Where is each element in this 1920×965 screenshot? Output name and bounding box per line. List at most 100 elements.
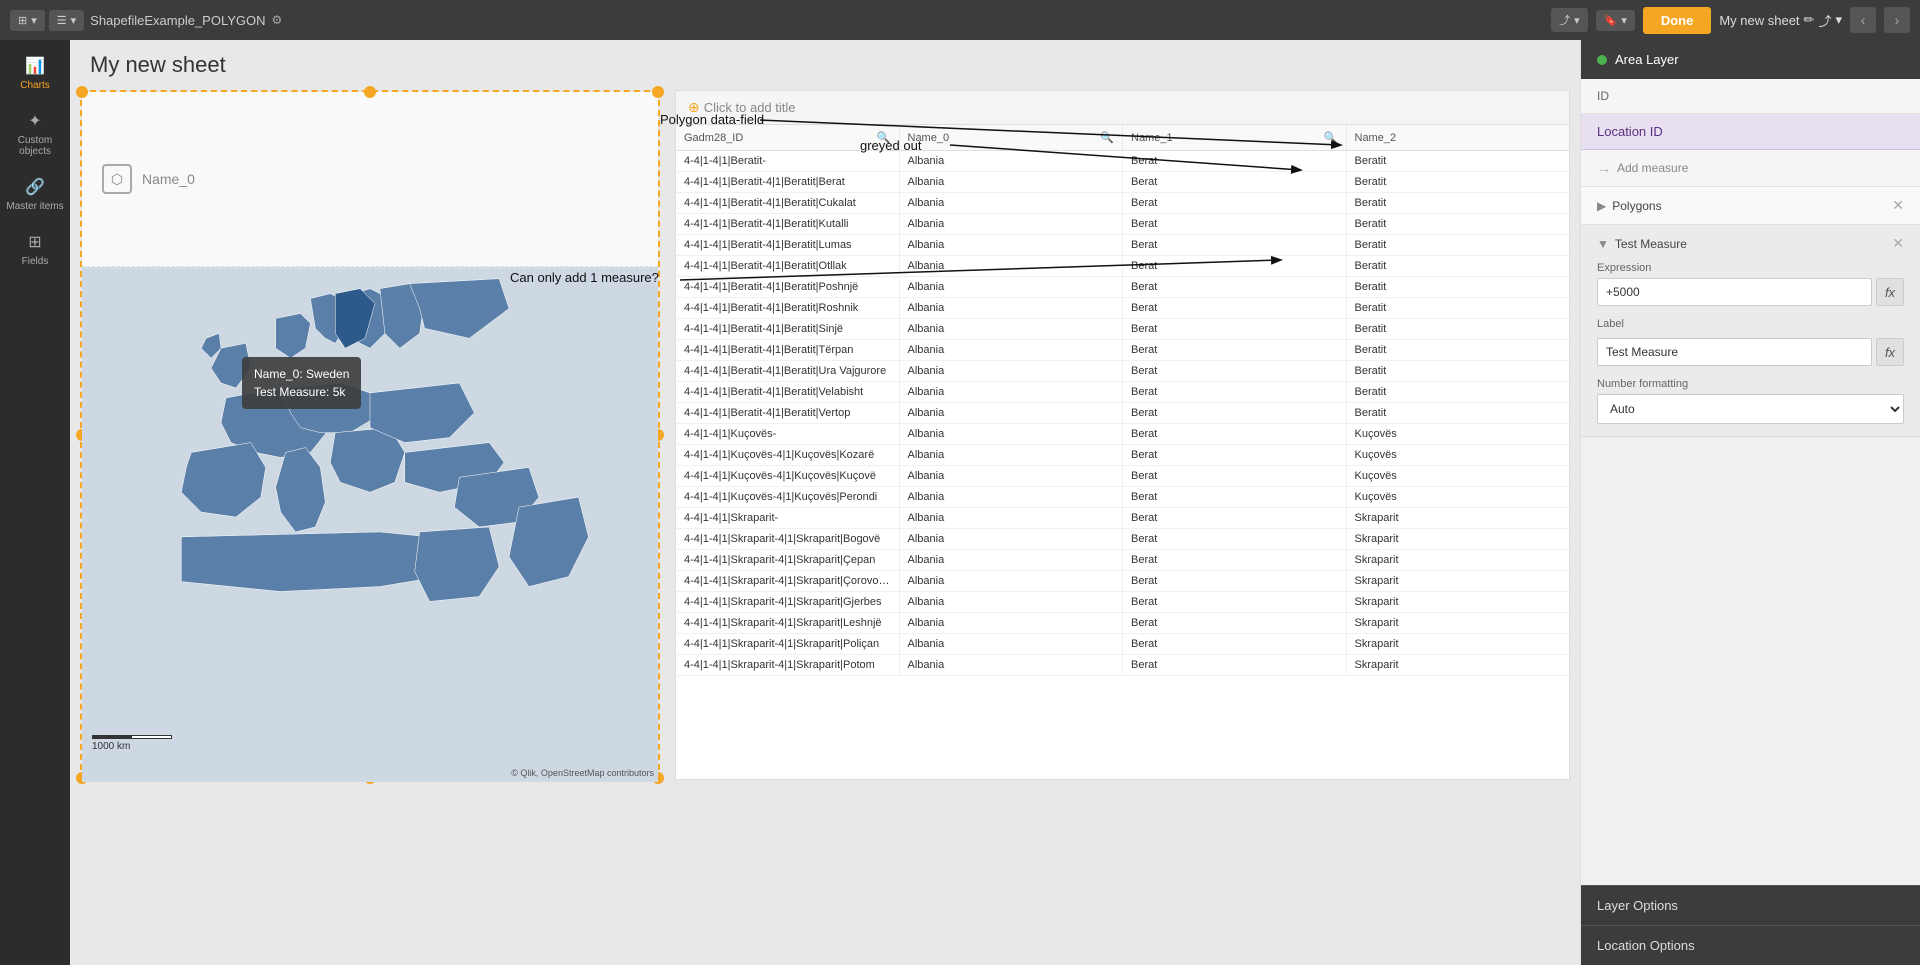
table-row[interactable]: 4-4|1-4|1|Beratit-AlbaniaBeratBeratit bbox=[676, 151, 1569, 172]
table-row[interactable]: 4-4|1-4|1|Beratit-4|1|Beratit|SinjëAlban… bbox=[676, 319, 1569, 340]
table-row[interactable]: 4-4|1-4|1|Skraparit-4|1|Skraparit|Bogovë… bbox=[676, 529, 1569, 550]
table-cell: Beratit bbox=[1347, 172, 1570, 192]
list-icon: ☰ bbox=[57, 14, 67, 27]
label-fx-button[interactable]: fx bbox=[1876, 338, 1904, 366]
table-row[interactable]: 4-4|1-4|1|Beratit-4|1|Beratit|CukalatAlb… bbox=[676, 193, 1569, 214]
col-search-name1[interactable]: 🔍 bbox=[1324, 131, 1338, 144]
view-toggle-button[interactable]: ☰ ▾ bbox=[49, 10, 84, 31]
number-format-select[interactable]: AutoNumberMoneyDateDurationCustom bbox=[1597, 394, 1904, 424]
table-cell: 4-4|1-4|1|Beratit-4|1|Beratit|Ura Vajgur… bbox=[676, 361, 900, 381]
table-row[interactable]: 4-4|1-4|1|Skraparit-4|1|Skraparit|Poliça… bbox=[676, 634, 1569, 655]
sidebar-item-custom-objects[interactable]: ✦ Custom objects bbox=[0, 103, 70, 165]
custom-objects-icon: ✦ bbox=[28, 111, 41, 131]
col-search-gadm28id[interactable]: 🔍 bbox=[877, 131, 891, 144]
table-row[interactable]: 4-4|1-4|1|Beratit-4|1|Beratit|OtllakAlba… bbox=[676, 256, 1569, 277]
table-cell: Beratit bbox=[1347, 340, 1570, 360]
label-input[interactable] bbox=[1597, 338, 1872, 366]
share-button[interactable]: ⤴ ▾ bbox=[1551, 8, 1588, 32]
table-cell: Albania bbox=[900, 529, 1124, 549]
expression-section: Expression fx bbox=[1581, 262, 1920, 318]
label-section: Label fx bbox=[1581, 318, 1920, 378]
table-cell: Albania bbox=[900, 256, 1124, 276]
table-cell: Albania bbox=[900, 193, 1124, 213]
layer-options-section[interactable]: Layer Options bbox=[1581, 885, 1920, 925]
table-cell: Beratit bbox=[1347, 277, 1570, 297]
test-measure-header[interactable]: ▼ Test Measure ✕ bbox=[1581, 225, 1920, 262]
table-cell: 4-4|1-4|1|Skraparit-4|1|Skraparit|Poliça… bbox=[676, 634, 900, 654]
resize-handle-tc[interactable] bbox=[364, 86, 376, 98]
polygons-row[interactable]: ▶ Polygons ✕ bbox=[1581, 187, 1920, 225]
bookmark-button[interactable]: 🔖 ▾ bbox=[1596, 10, 1635, 31]
location-options-section[interactable]: Location Options bbox=[1581, 925, 1920, 965]
id-label: ID bbox=[1597, 89, 1609, 103]
master-items-label: Master items bbox=[6, 201, 63, 212]
table-body[interactable]: 4-4|1-4|1|Beratit-AlbaniaBeratBeratit4-4… bbox=[676, 151, 1569, 771]
sidebar-item-fields[interactable]: ⊞ Fields bbox=[0, 224, 70, 275]
location-id-section[interactable]: Location ID bbox=[1581, 114, 1920, 150]
sheet-share-icon: ⤴ bbox=[1818, 11, 1831, 30]
table-cell: Skraparit bbox=[1347, 613, 1570, 633]
test-measure-close-button[interactable]: ✕ bbox=[1892, 235, 1904, 252]
add-measure-row[interactable]: → Add measure bbox=[1581, 150, 1920, 187]
table-row[interactable]: 4-4|1-4|1|Beratit-4|1|Beratit|VelabishtA… bbox=[676, 382, 1569, 403]
table-cell: 4-4|1-4|1|Skraparit-4|1|Skraparit|Potom bbox=[676, 655, 900, 675]
table-cell: Berat bbox=[1123, 571, 1347, 591]
table-cell: 4-4|1-4|1|Beratit-4|1|Beratit|Sinjë bbox=[676, 319, 900, 339]
table-cell: Albania bbox=[900, 277, 1124, 297]
table-cell: 4-4|1-4|1|Skraparit-4|1|Skraparit|Leshnj… bbox=[676, 613, 900, 633]
table-row[interactable]: 4-4|1-4|1|Kuçovës-4|1|Kuçovës|PerondiAlb… bbox=[676, 487, 1569, 508]
table-row[interactable]: 4-4|1-4|1|Skraparit-4|1|Skraparit|ÇepanA… bbox=[676, 550, 1569, 571]
tooltip-name: Name_0: Sweden bbox=[254, 365, 349, 383]
table-cell: Berat bbox=[1123, 508, 1347, 528]
resize-handle-tl[interactable] bbox=[76, 86, 88, 98]
expression-input[interactable] bbox=[1597, 278, 1872, 306]
col-header-name2: Name_2 bbox=[1347, 125, 1570, 150]
polygons-close-button[interactable]: ✕ bbox=[1892, 197, 1904, 214]
table-cell: Albania bbox=[900, 445, 1124, 465]
table-row[interactable]: 4-4|1-4|1|Skraparit-4|1|Skraparit|Çorovo… bbox=[676, 571, 1569, 592]
col-search-name0[interactable]: 🔍 bbox=[1100, 131, 1114, 144]
resize-handle-tr[interactable] bbox=[652, 86, 664, 98]
table-row[interactable]: 4-4|1-4|1|Skraparit-4|1|Skraparit|Leshnj… bbox=[676, 613, 1569, 634]
table-cell: Kuçovës bbox=[1347, 466, 1570, 486]
table-row[interactable]: 4-4|1-4|1|Skraparit-4|1|Skraparit|Gjerbe… bbox=[676, 592, 1569, 613]
add-title-icon: ⊕ bbox=[688, 99, 700, 116]
table-row[interactable]: 4-4|1-4|1|Skraparit-4|1|Skraparit|PotomA… bbox=[676, 655, 1569, 676]
expression-fx-button[interactable]: fx bbox=[1876, 278, 1904, 306]
next-sheet-button[interactable]: › bbox=[1884, 7, 1910, 33]
table-row[interactable]: 4-4|1-4|1|Kuçovës-4|1|Kuçovës|KuçovëAlba… bbox=[676, 466, 1569, 487]
table-cell: Albania bbox=[900, 340, 1124, 360]
map-scale: 1000 km bbox=[92, 735, 172, 752]
view-toggle-chevron: ▾ bbox=[71, 14, 77, 27]
prev-sheet-button[interactable]: ‹ bbox=[1850, 7, 1876, 33]
done-button[interactable]: Done bbox=[1643, 7, 1712, 34]
sidebar-item-charts[interactable]: 📊 Charts bbox=[0, 48, 70, 99]
table-cell: Beratit bbox=[1347, 256, 1570, 276]
table-row[interactable]: 4-4|1-4|1|Beratit-4|1|Beratit|TërpanAlba… bbox=[676, 340, 1569, 361]
table-cell: Albania bbox=[900, 361, 1124, 381]
table-row[interactable]: 4-4|1-4|1|Beratit-4|1|Beratit|KutalliAlb… bbox=[676, 214, 1569, 235]
sheet-title: My new sheet bbox=[70, 40, 1580, 86]
bookmark-chevron: ▾ bbox=[1621, 14, 1627, 27]
app-menu-button[interactable]: ⊞ ▾ bbox=[10, 10, 45, 31]
sidebar-item-master-items[interactable]: 🔗 Master items bbox=[0, 169, 70, 220]
table-cell: Beratit bbox=[1347, 319, 1570, 339]
col-header-name0: Name_0 🔍 bbox=[900, 125, 1124, 150]
table-cell: Beratit bbox=[1347, 151, 1570, 171]
scale-bar bbox=[92, 735, 172, 739]
table-row[interactable]: 4-4|1-4|1|Kuçovës-AlbaniaBeratKuçovës bbox=[676, 424, 1569, 445]
id-section: ID bbox=[1581, 79, 1920, 114]
table-row[interactable]: 4-4|1-4|1|Beratit-4|1|Beratit|VertopAlba… bbox=[676, 403, 1569, 424]
table-row[interactable]: 4-4|1-4|1|Skraparit-AlbaniaBeratSkrapari… bbox=[676, 508, 1569, 529]
table-row[interactable]: 4-4|1-4|1|Beratit-4|1|Beratit|RoshnikAlb… bbox=[676, 298, 1569, 319]
table-row[interactable]: 4-4|1-4|1|Beratit-4|1|Beratit|BeratAlban… bbox=[676, 172, 1569, 193]
table-row[interactable]: 4-4|1-4|1|Beratit-4|1|Beratit|LumasAlban… bbox=[676, 235, 1569, 256]
table-row[interactable]: 4-4|1-4|1|Beratit-4|1|Beratit|PoshnjëAlb… bbox=[676, 277, 1569, 298]
table-row[interactable]: 4-4|1-4|1|Kuçovës-4|1|Kuçovës|KozarëAlba… bbox=[676, 445, 1569, 466]
click-to-add-title[interactable]: Click to add title bbox=[704, 100, 796, 115]
table-cell: Albania bbox=[900, 571, 1124, 591]
table-cell: Albania bbox=[900, 403, 1124, 423]
table-row[interactable]: 4-4|1-4|1|Beratit-4|1|Beratit|Ura Vajgur… bbox=[676, 361, 1569, 382]
map-visual[interactable]: Name_0: Sweden Test Measure: 5k 1000 km … bbox=[82, 267, 658, 782]
area-layer-label: Area Layer bbox=[1615, 52, 1679, 67]
